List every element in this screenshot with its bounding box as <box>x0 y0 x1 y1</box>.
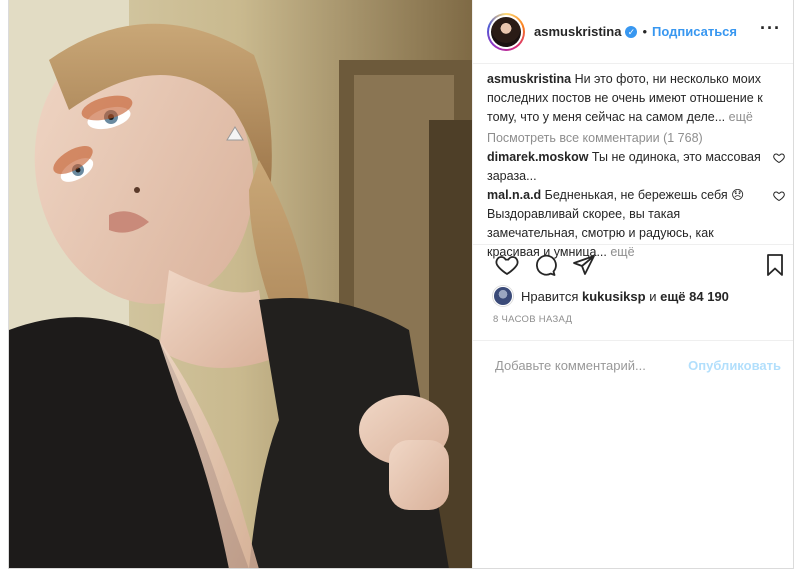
post-timestamp[interactable]: 8 ЧАСОВ НАЗАД <box>493 314 572 325</box>
likes-summary: Нравится kukusiksp и ещё 84 190 <box>493 286 729 306</box>
share-send-icon[interactable] <box>572 253 596 277</box>
likes-count[interactable]: ещё 84 190 <box>660 289 729 304</box>
comment-bubble-icon[interactable] <box>533 253 557 277</box>
instagram-post: asmuskristina ✓ • Подписаться ··· asmusk… <box>8 0 794 569</box>
post-photo-image <box>9 0 472 568</box>
follow-button[interactable]: Подписаться <box>652 24 737 39</box>
publish-button[interactable]: Опубликовать <box>688 358 781 373</box>
likes-prefix: Нравится <box>521 288 579 304</box>
header-separator: • <box>642 24 647 39</box>
verified-badge-icon: ✓ <box>625 25 638 38</box>
like-heart-icon[interactable] <box>495 253 519 277</box>
comment-username[interactable]: mal.n.a.d <box>487 188 541 202</box>
comment-item: dimarek.moskow Ты не одинока, это массов… <box>487 148 785 186</box>
post-photo[interactable] <box>9 0 472 568</box>
caption-more-link[interactable]: ещё <box>729 110 753 124</box>
view-all-comments-link[interactable]: Посмотреть все комментарии (1 768) <box>487 129 781 148</box>
more-options-icon[interactable]: ··· <box>760 18 781 39</box>
comment-like-icon[interactable] <box>773 152 785 164</box>
comment-input[interactable] <box>495 358 689 373</box>
post-side-panel: asmuskristina ✓ • Подписаться ··· asmusk… <box>472 0 793 568</box>
post-header: asmuskristina ✓ • Подписаться ··· <box>473 0 793 64</box>
liker-username[interactable]: kukusiksp <box>582 289 646 304</box>
comment-username[interactable]: dimarek.moskow <box>487 150 588 164</box>
comments-section: asmuskristina Ни это фото, ни несколько … <box>473 64 793 259</box>
likes-connector: и <box>649 288 657 304</box>
caption: asmuskristina Ни это фото, ни несколько … <box>487 70 781 127</box>
caption-username[interactable]: asmuskristina <box>487 72 571 86</box>
post-actions-bar <box>473 244 793 284</box>
bookmark-save-icon[interactable] <box>763 253 787 277</box>
comment-like-icon[interactable] <box>773 190 785 202</box>
add-comment-bar: Опубликовать <box>473 340 793 390</box>
avatar-image <box>491 16 521 47</box>
profile-avatar[interactable] <box>487 12 525 51</box>
liker-avatar[interactable] <box>493 286 513 306</box>
post-username[interactable]: asmuskristina <box>534 24 621 39</box>
